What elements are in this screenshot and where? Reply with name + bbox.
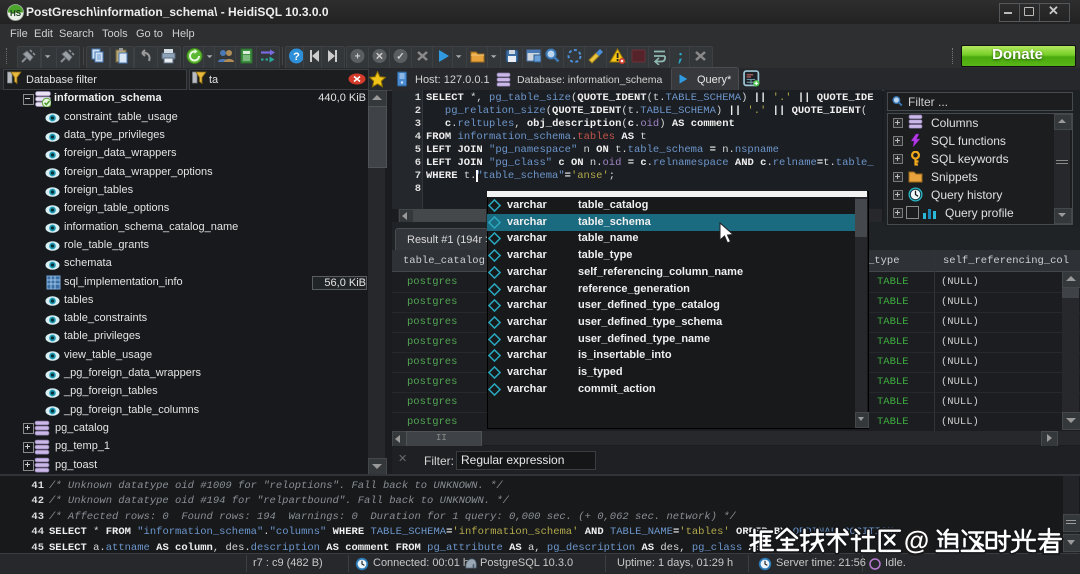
svg-text:@: @	[904, 525, 929, 555]
svg-text:✕: ✕	[375, 52, 383, 63]
svg-text:+: +	[355, 52, 361, 63]
svg-text:✓: ✓	[396, 52, 404, 63]
svg-text:;: ;	[676, 49, 685, 65]
svg-text:?: ?	[293, 51, 300, 63]
svg-text:HS: HS	[10, 9, 22, 18]
